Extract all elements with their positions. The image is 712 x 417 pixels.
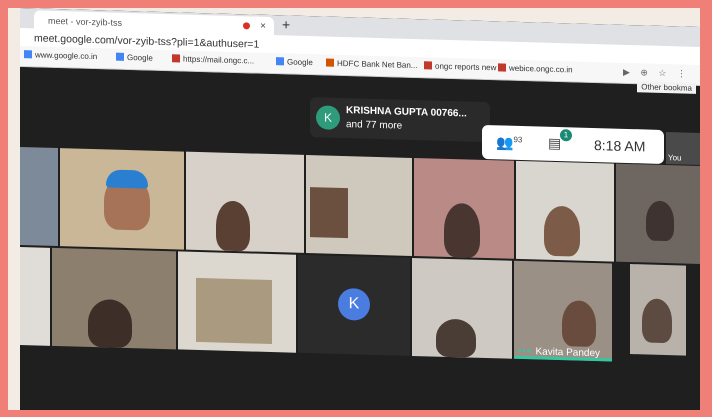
avatar: K bbox=[338, 287, 370, 321]
participant-figure bbox=[562, 300, 596, 348]
video-tile[interactable]: ••• Kavita Pandey bbox=[514, 260, 612, 362]
hdfc-icon bbox=[326, 58, 334, 67]
chat-badge: 1 bbox=[560, 129, 572, 142]
notification-more: and 77 more bbox=[346, 119, 403, 132]
google-icon bbox=[116, 52, 124, 61]
tab-title: meet - vor-zyib-tss bbox=[48, 15, 123, 28]
chat-button[interactable]: ▤ bbox=[548, 135, 561, 152]
bookmark-item[interactable]: ongc reports new bbox=[424, 61, 496, 72]
participant-figure bbox=[544, 205, 580, 257]
video-tile[interactable] bbox=[52, 247, 176, 350]
people-icon: 👥 bbox=[496, 134, 514, 151]
participant-hair bbox=[106, 169, 148, 189]
bookmark-item[interactable]: www.google.co.in bbox=[24, 50, 97, 61]
bookmark-item[interactable]: Google bbox=[116, 52, 153, 63]
recording-dot-icon bbox=[243, 22, 250, 30]
avatar: K bbox=[316, 105, 340, 130]
meet-stage: K KRISHNA GUPTA 00766... and 77 more 👥93… bbox=[20, 67, 700, 410]
bookmark-item[interactable]: https://mail.ongc.c... bbox=[172, 54, 254, 66]
participant-figure bbox=[216, 200, 250, 252]
meeting-clock: 8:18 AM bbox=[594, 137, 646, 155]
meeting-info-panel: 👥93 ▤ 1 8:18 AM bbox=[482, 124, 664, 164]
video-tile[interactable] bbox=[412, 257, 512, 359]
video-tile[interactable] bbox=[630, 264, 686, 356]
people-button[interactable]: 👥93 bbox=[496, 134, 522, 152]
ongc-icon bbox=[172, 54, 180, 63]
video-tile[interactable] bbox=[186, 151, 304, 253]
extension-tray[interactable]: ▶ ⊕ ☆ ⋮ bbox=[623, 67, 690, 80]
cabinet-shape bbox=[196, 277, 272, 345]
participant-figure bbox=[646, 200, 674, 242]
self-view-tile[interactable]: You bbox=[666, 132, 700, 165]
video-tile[interactable]: K bbox=[298, 254, 410, 356]
ongc-icon bbox=[424, 61, 432, 70]
video-tile[interactable] bbox=[516, 160, 614, 262]
new-tab-button[interactable]: + bbox=[282, 16, 290, 32]
window-shape bbox=[310, 187, 348, 239]
participant-figure bbox=[88, 298, 132, 349]
join-notification: K KRISHNA GUPTA 00766... and 77 more bbox=[310, 97, 490, 143]
google-icon bbox=[24, 50, 32, 59]
video-tile[interactable] bbox=[20, 147, 58, 247]
google-icon bbox=[276, 57, 284, 66]
participant-figure bbox=[642, 298, 672, 344]
other-bookmarks[interactable]: Other bookma bbox=[637, 81, 696, 94]
video-tile[interactable] bbox=[60, 148, 184, 250]
notification-name: KRISHNA GUPTA 00766... bbox=[346, 105, 467, 120]
chat-icon: ▤ bbox=[548, 134, 562, 152]
video-tile[interactable] bbox=[306, 154, 412, 256]
participant-figure bbox=[436, 318, 476, 358]
video-tile[interactable] bbox=[616, 163, 700, 264]
video-tile[interactable] bbox=[178, 251, 296, 353]
video-tile[interactable] bbox=[414, 158, 514, 259]
self-label: You bbox=[668, 153, 682, 163]
bookmark-item[interactable]: HDFC Bank Net Ban... bbox=[326, 58, 417, 70]
participant-figure bbox=[444, 202, 480, 258]
monitor-photo: meet - vor-zyib-tss × + meet.google.com/… bbox=[8, 8, 700, 410]
ongc-icon bbox=[498, 63, 506, 72]
browser-window: meet - vor-zyib-tss × + meet.google.com/… bbox=[20, 8, 700, 410]
people-count: 93 bbox=[513, 135, 523, 145]
bookmark-item[interactable]: Google bbox=[276, 57, 313, 67]
photo-frame: meet - vor-zyib-tss × + meet.google.com/… bbox=[0, 0, 712, 417]
video-tile[interactable] bbox=[20, 247, 50, 346]
bookmark-item[interactable]: webice.ongc.co.in bbox=[498, 63, 573, 74]
